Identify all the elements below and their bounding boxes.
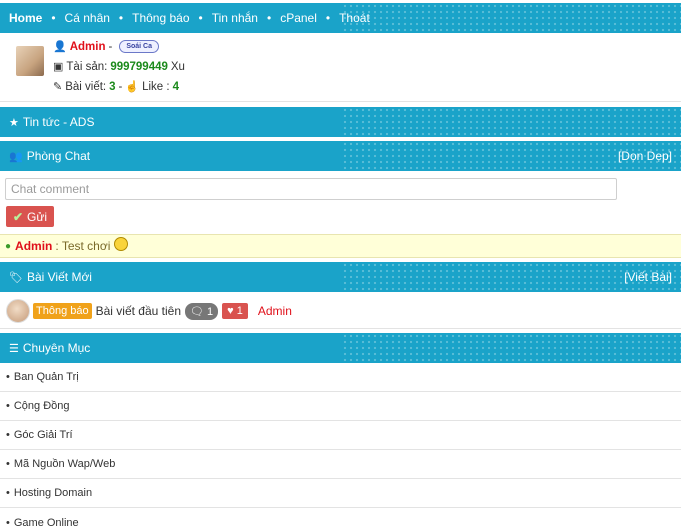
profile-dash: - (108, 40, 113, 53)
category-label: Góc Giải Trí (13, 429, 73, 441)
comment-count: 1 (207, 305, 214, 318)
avatar[interactable] (16, 46, 44, 76)
chat-title: Phòng Chat (26, 149, 91, 163)
profile-stats-row: ✎ Bài viết: 3 - ☝ Like : 4 (53, 80, 179, 94)
nav-messages[interactable]: Tin nhắn (212, 11, 258, 25)
posts-value: 3 (109, 80, 116, 93)
comment-count-badge: 🗨 1 (185, 302, 219, 320)
bullet: • (6, 516, 10, 529)
category-label: Mã Nguồn Wap/Web (13, 458, 116, 470)
nav-separator: • (118, 11, 124, 25)
nav-logout[interactable]: Thoát (339, 11, 370, 25)
like-count: 1 (236, 305, 243, 317)
category-item[interactable]: • Game Online (0, 508, 681, 532)
categories-header: ☰ Chuyên Mục (0, 333, 681, 363)
chat-clear-link[interactable]: [Dọn Dẹp] (618, 149, 672, 163)
nav-separator: • (198, 11, 203, 25)
heart-icon: ♥ (227, 305, 234, 317)
user-icon: 👤 (53, 41, 67, 53)
nav-home[interactable]: Home (9, 11, 42, 25)
category-label: Cộng Đồng (13, 400, 70, 412)
tags-icon: 🏷 (9, 271, 23, 284)
coins-unit: Xu (170, 60, 185, 73)
write-post-link[interactable]: [Viết Bài] (624, 270, 672, 284)
send-button-label: Gửi (27, 209, 48, 224)
nav-separator: • (266, 11, 272, 25)
coins-value: 999799449 (110, 60, 168, 73)
nav-profile[interactable]: Cá nhân (65, 11, 110, 25)
bullet: • (6, 400, 10, 412)
send-button[interactable]: ✔ Gửi (6, 206, 54, 227)
rank-badge: Soái Ca (119, 40, 160, 53)
category-item[interactable]: • Mã Nguồn Wap/Web (0, 450, 681, 479)
category-label: Hosting Domain (13, 487, 93, 499)
chat-message: ● Admin : Test chơi (0, 234, 681, 258)
smiley-icon (114, 237, 129, 251)
chat-message-text: : Test chơi (55, 239, 111, 253)
news-header[interactable]: ★ Tin tức - ADS (0, 107, 681, 137)
comment-icon: 🗨 (190, 305, 204, 318)
category-item[interactable]: • Ban Quản Trị (0, 363, 681, 392)
posts-header: 🏷 Bài Viết Mới [Viết Bài] (0, 262, 681, 292)
post-tag: Thông báo (33, 303, 92, 319)
nav-notifications[interactable]: Thông báo (132, 11, 189, 25)
posts-title: Bài Viết Mới (26, 270, 92, 284)
profile-name[interactable]: Admin (70, 41, 106, 53)
list-icon: ☰ (9, 342, 19, 355)
stats-separator: - (118, 80, 123, 93)
chat-input[interactable] (5, 178, 617, 200)
thumbs-up-icon: ☝ (125, 81, 140, 93)
avatar[interactable] (6, 299, 30, 323)
post-author-link[interactable]: Admin (258, 304, 292, 318)
posts-label: Bài viết: (65, 80, 107, 93)
like-count-badge: ♥ 1 (222, 303, 248, 319)
divider (0, 101, 681, 102)
category-label: Game Online (13, 516, 79, 529)
news-title: Tin tức - ADS (22, 115, 95, 129)
bullet: • (6, 458, 10, 470)
online-dot-icon: ● (5, 240, 12, 252)
users-icon: 👥 (9, 150, 23, 163)
nav-separator: • (51, 11, 56, 25)
category-item[interactable]: • Hosting Domain (0, 479, 681, 508)
divider (0, 328, 681, 329)
likes-label: Like : (142, 80, 170, 93)
check-icon: ✔ (12, 209, 23, 224)
category-label: Ban Quản Trị (13, 371, 79, 383)
chat-header: 👥 Phòng Chat [Dọn Dẹp] (0, 141, 681, 171)
category-item[interactable]: • Góc Giải Trí (0, 421, 681, 450)
categories-title: Chuyên Mục (22, 341, 91, 355)
bullet: • (6, 371, 10, 383)
coins-label: Tài sản: (66, 60, 108, 73)
profile-coins-row: ▣ Tài sản: 999799449 Xu (53, 60, 185, 74)
category-item[interactable]: • Cộng Đồng (0, 392, 681, 421)
nav-cpanel[interactable]: cPanel (280, 11, 317, 25)
profile-name-row: 👤 Admin - Soái Ca (53, 40, 160, 53)
post-title-link[interactable]: Bài viết đầu tiên (96, 304, 181, 318)
wallet-icon: ▣ (53, 61, 64, 73)
pencil-icon: ✎ (53, 81, 63, 93)
chat-message-user[interactable]: Admin (15, 239, 52, 253)
likes-value: 4 (172, 80, 179, 93)
list-item: Thông báo Bài viết đầu tiên 🗨 1 ♥ 1 Admi… (0, 296, 681, 326)
bullet: • (6, 487, 10, 499)
star-icon: ★ (9, 116, 19, 129)
top-nav: Home • Cá nhân • Thông báo • Tin nhắn • … (0, 3, 681, 33)
bullet: • (6, 429, 10, 441)
nav-separator: • (325, 11, 331, 25)
